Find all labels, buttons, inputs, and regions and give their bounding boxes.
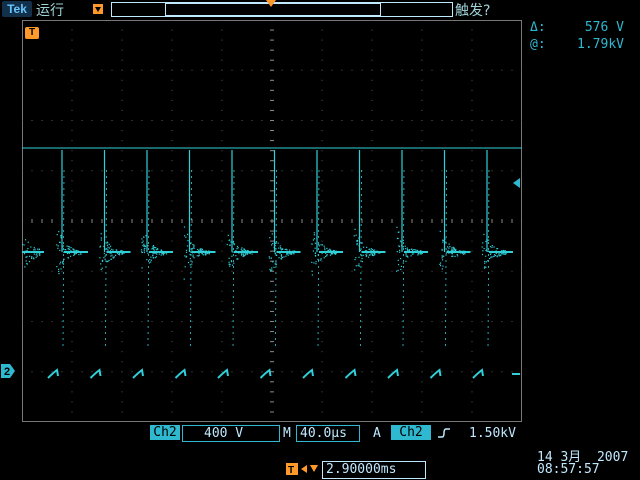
pulse-trail (232, 169, 235, 351)
trigger-status: 触发? (455, 3, 491, 19)
trigger-position-icon (93, 4, 103, 14)
rising-edge-icon (438, 428, 450, 438)
channel-2-marker-label: 2 (4, 366, 10, 378)
cursor-at-readout: @: 1.79kV (530, 37, 624, 52)
at-symbol: @: (530, 37, 546, 52)
pulse-trail (487, 169, 490, 351)
pulse-trail (190, 169, 192, 351)
cursor-delta-readout: Δ: 576 V (530, 20, 624, 35)
at-value: 1.79kV (577, 37, 624, 52)
channel-label[interactable]: Ch2 (150, 425, 180, 440)
graticule (22, 20, 522, 422)
delta-symbol: Δ: (530, 20, 546, 35)
trigger-level: 1.50kV (469, 426, 516, 441)
channel-2-marker[interactable]: 2 (0, 363, 16, 379)
channel-2-trace (22, 150, 520, 379)
pulse-trail (105, 169, 107, 351)
delay-value: 2.90000ms (326, 462, 397, 477)
baseline-blip (259, 368, 272, 379)
horizontal-delay-icon: T (286, 463, 318, 476)
baseline-blip (387, 368, 399, 379)
baseline-blip (472, 368, 484, 379)
baseline-blip (217, 368, 229, 379)
graticule-dots (22, 20, 522, 413)
trigger-marker[interactable]: T (25, 27, 39, 39)
trigger-level-icon[interactable] (510, 177, 522, 189)
pulse-trail (147, 169, 150, 351)
time-display: 08:57:57 (537, 462, 600, 477)
pulse-trail (360, 169, 362, 351)
trigger-point-icon (266, 0, 276, 7)
timebase-prefix: M (283, 426, 291, 441)
trigger-prefix: A (373, 426, 381, 441)
trigger-source[interactable]: Ch2 (391, 425, 431, 440)
baseline-blip (344, 368, 357, 379)
baseline-blip (132, 368, 144, 379)
status-bar: Tek 运行 触发? (0, 0, 640, 20)
baseline-blip (47, 368, 59, 379)
timebase-value: 40.0µs (300, 426, 347, 441)
tek-logo: Tek (2, 1, 32, 17)
acquisition-state: 运行 (36, 3, 64, 19)
baseline-blip (174, 368, 187, 379)
pulse-trail (62, 169, 65, 351)
vertical-scale: 400 V (204, 426, 244, 441)
delta-value: 576 V (584, 20, 624, 35)
svg-text:T: T (288, 465, 294, 476)
baseline-blip (429, 368, 442, 379)
pulse-trail (445, 169, 447, 351)
pulse-trail (275, 169, 277, 351)
baseline-blip (302, 368, 314, 379)
pulse-trail (402, 169, 405, 351)
baseline-blip (89, 368, 102, 379)
waveform-display (22, 20, 522, 422)
